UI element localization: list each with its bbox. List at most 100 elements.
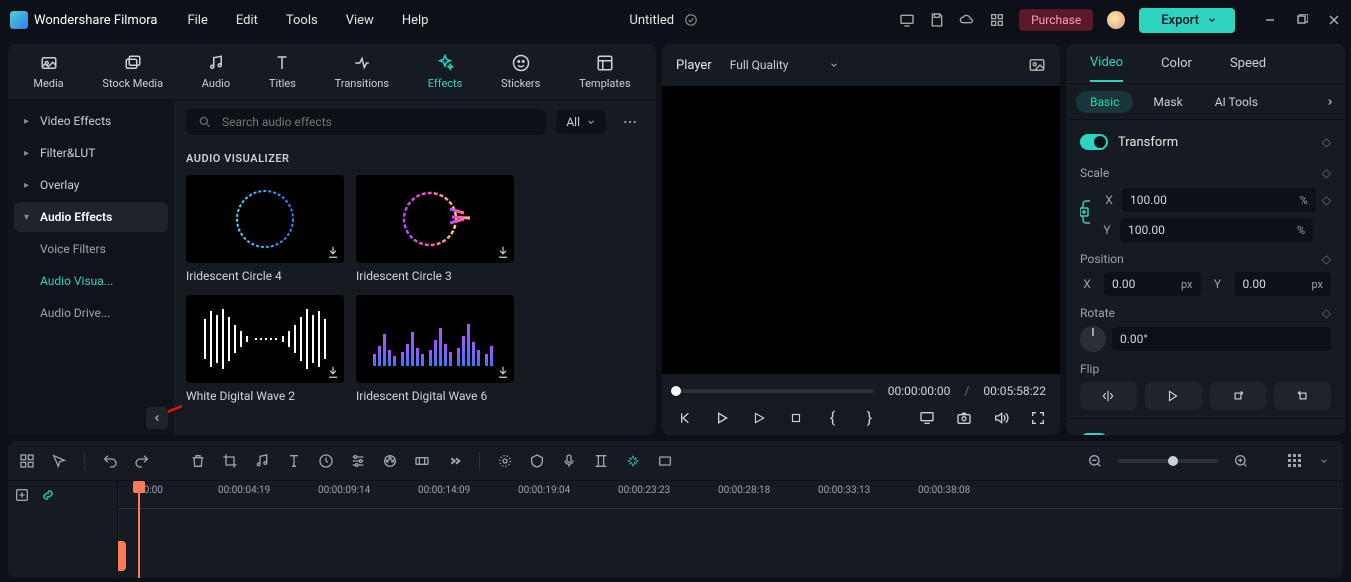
play-segment-button[interactable]	[750, 411, 767, 425]
zoom-in-button[interactable]	[1232, 453, 1250, 469]
adjust-button[interactable]	[349, 453, 367, 469]
display-button[interactable]	[918, 410, 935, 426]
redo-button[interactable]	[133, 453, 151, 469]
flip-vertical-button[interactable]	[1145, 382, 1202, 410]
sidebar-item-audio-effects[interactable]: ▾Audio Effects	[14, 202, 168, 232]
avatar[interactable]	[1107, 11, 1125, 29]
speed-button[interactable]	[317, 453, 335, 469]
inspector-tab-speed[interactable]: Speed	[1230, 46, 1266, 81]
save-icon[interactable]	[929, 12, 945, 28]
keyframe-icon[interactable]: ◇	[1322, 252, 1331, 266]
more-options-button[interactable]	[616, 108, 644, 136]
add-track-button[interactable]	[14, 487, 30, 503]
subtab-mask[interactable]: Mask	[1141, 91, 1194, 113]
snapshot-button[interactable]	[1028, 56, 1046, 74]
zoom-thumb[interactable]	[1168, 456, 1178, 466]
seek-track[interactable]	[676, 389, 874, 393]
playhead[interactable]	[138, 481, 140, 578]
effect-thumb[interactable]: Iridescent Circle 3	[356, 175, 514, 283]
search-input[interactable]	[222, 115, 534, 129]
delete-button[interactable]	[189, 453, 207, 469]
tab-audio[interactable]: Audio	[200, 49, 232, 94]
link-icon[interactable]	[1080, 198, 1096, 226]
keyframe-icon[interactable]: ◇	[1322, 135, 1331, 149]
music-button[interactable]	[253, 453, 271, 469]
tab-media[interactable]: Media	[31, 49, 65, 94]
download-icon[interactable]	[326, 245, 340, 259]
effect-thumb[interactable]: Iridescent Circle 4	[186, 175, 344, 283]
subtab-ai-tools[interactable]: AI Tools	[1203, 91, 1270, 113]
rotate-knob[interactable]	[1080, 326, 1106, 352]
mark-in-button[interactable]: {	[824, 408, 841, 427]
collapse-sidebar-button[interactable]	[146, 407, 168, 429]
crop-button[interactable]	[221, 453, 239, 469]
timeline-ruler[interactable]: 00:00 00:00:04:19 00:00:09:14 00:00:14:0…	[118, 481, 1343, 509]
transform-toggle[interactable]	[1080, 134, 1108, 150]
tab-effects[interactable]: Effects	[426, 49, 465, 94]
purchase-button[interactable]: Purchase	[1019, 9, 1093, 31]
menu-help[interactable]: Help	[402, 13, 429, 28]
close-button[interactable]	[1327, 13, 1341, 27]
subtab-basic[interactable]: Basic	[1076, 91, 1133, 113]
effect-thumb[interactable]: White Digital Wave 2	[186, 295, 344, 403]
keyframe-icon[interactable]: ◇	[1322, 193, 1331, 207]
auto-button[interactable]	[624, 453, 642, 469]
play-button[interactable]	[713, 410, 730, 426]
select-tool-button[interactable]	[50, 453, 68, 469]
minimize-button[interactable]	[1263, 13, 1277, 27]
clip[interactable]	[118, 541, 126, 571]
tab-stock-media[interactable]: Stock Media	[100, 49, 165, 94]
effects-tool-button[interactable]	[496, 453, 514, 469]
sidebar-item-video-effects[interactable]: ▸Video Effects	[14, 106, 168, 136]
view-options-button[interactable]	[1288, 454, 1301, 467]
pos-y-input[interactable]: 0.00px	[1235, 272, 1332, 296]
pos-x-input[interactable]: 0.00px	[1104, 272, 1201, 296]
keyframe-button[interactable]	[413, 453, 431, 469]
compositing-toggle[interactable]	[1080, 433, 1108, 435]
rotate-cw-button[interactable]	[1210, 382, 1267, 410]
download-icon[interactable]	[496, 365, 510, 379]
layout-button[interactable]	[18, 453, 36, 469]
cloud-icon[interactable]	[959, 12, 975, 28]
tab-stickers[interactable]: Stickers	[499, 49, 542, 94]
text-button[interactable]	[285, 453, 303, 469]
download-icon[interactable]	[326, 365, 340, 379]
keyframe-icon[interactable]: ◇	[1322, 306, 1331, 320]
stop-button[interactable]	[787, 411, 804, 425]
inspector-tab-color[interactable]: Color	[1161, 46, 1192, 81]
export-button[interactable]: Export	[1139, 8, 1235, 33]
rotate-input[interactable]: 0.00°	[1112, 327, 1331, 351]
player-viewport[interactable]	[662, 86, 1060, 374]
voice-button[interactable]	[560, 453, 578, 469]
marker-button[interactable]	[592, 453, 610, 469]
mark-out-button[interactable]: }	[861, 408, 878, 427]
search-box[interactable]	[186, 109, 546, 135]
download-icon[interactable]	[496, 245, 510, 259]
volume-button[interactable]	[992, 410, 1009, 426]
snapshot-icon[interactable]	[955, 410, 972, 426]
sidebar-item-filter-lut[interactable]: ▸Filter&LUT	[14, 138, 168, 168]
device-icon[interactable]	[899, 12, 915, 28]
menu-view[interactable]: View	[346, 13, 374, 28]
scale-y-input[interactable]: 100.00%	[1120, 218, 1313, 242]
filter-all-button[interactable]: All	[556, 110, 606, 134]
ratio-button[interactable]	[656, 453, 674, 469]
flip-horizontal-button[interactable]	[1080, 382, 1137, 410]
rotate-ccw-button[interactable]	[1274, 382, 1331, 410]
menu-edit[interactable]: Edit	[236, 13, 258, 28]
mask-tool-button[interactable]	[528, 453, 546, 469]
timeline-tracks[interactable]: 00:00 00:00:04:19 00:00:09:14 00:00:14:0…	[118, 481, 1343, 578]
view-more-button[interactable]	[1315, 456, 1333, 466]
menu-file[interactable]: File	[187, 13, 207, 28]
menu-tools[interactable]: Tools	[286, 13, 318, 28]
keyframe-icon[interactable]: ◇	[1322, 166, 1331, 180]
sidebar-item-overlay[interactable]: ▸Overlay	[14, 170, 168, 200]
sidebar-sub-voice-filters[interactable]: Voice Filters	[14, 234, 168, 264]
subtab-scroll-right[interactable]	[1325, 97, 1335, 107]
more-tools-button[interactable]	[445, 453, 463, 469]
tab-titles[interactable]: Titles	[267, 49, 298, 94]
undo-button[interactable]	[101, 453, 119, 469]
quality-dropdown[interactable]: Full Quality	[730, 58, 839, 72]
maximize-button[interactable]	[1295, 13, 1309, 27]
tab-templates[interactable]: Templates	[577, 49, 632, 94]
